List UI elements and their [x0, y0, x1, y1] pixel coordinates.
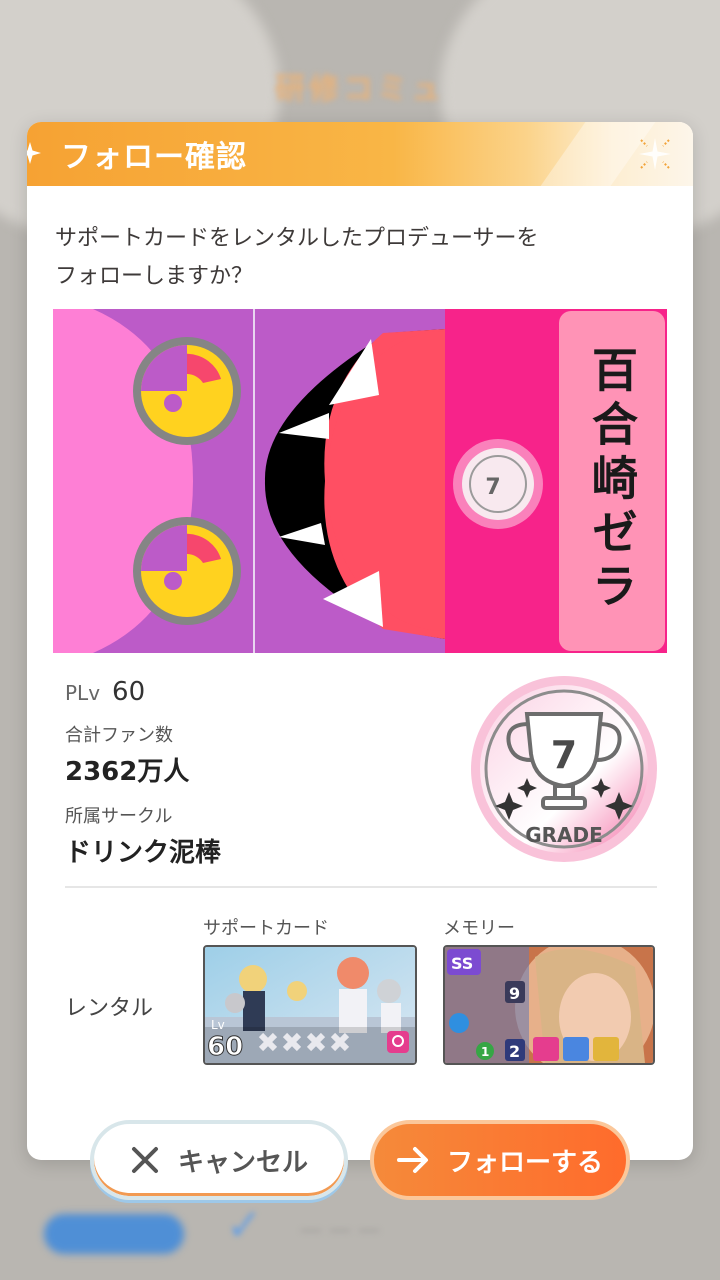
- memory-art: SS 9 1 2: [445, 947, 653, 1063]
- circle-label: 所属サークル: [65, 806, 173, 827]
- plv-value: 60: [112, 677, 146, 707]
- grade-number: 7: [551, 733, 577, 777]
- rental-label: レンタル: [65, 996, 154, 1021]
- background-text: — — —: [300, 1218, 380, 1243]
- fans-value: 2362万人: [65, 757, 190, 787]
- producer-nameplate: 百合崎ゼラ: [559, 311, 665, 651]
- follow-button[interactable]: フォローする: [370, 1120, 630, 1200]
- support-card-label: サポートカード: [203, 918, 329, 939]
- memory-stat-2: 2: [509, 1042, 520, 1061]
- producer-name: 百合崎ゼラ: [585, 346, 639, 616]
- sparkles-icon: [639, 138, 671, 170]
- support-card-thumbnail[interactable]: Lv 60: [203, 945, 417, 1065]
- dialog-header: フォロー確認: [27, 122, 693, 186]
- profile-banner: 7 百合崎ゼラ: [53, 309, 667, 653]
- support-card-level: 60: [207, 1032, 243, 1062]
- memory-label: メモリー: [443, 918, 515, 939]
- svg-text:7: 7: [485, 475, 500, 500]
- memory-rank: SS: [451, 954, 473, 973]
- background-title: 研修コミュ: [275, 72, 445, 107]
- confirm-message-line: サポートカードをレンタルしたプロデューサーを: [55, 226, 539, 251]
- plv-row: PLv 60: [65, 677, 445, 707]
- close-icon: [131, 1147, 158, 1173]
- svg-text:Lv: Lv: [211, 1018, 225, 1032]
- cancel-button[interactable]: キャンセル: [90, 1120, 348, 1200]
- plv-label: PLv: [65, 681, 101, 705]
- background-pill: [44, 1214, 184, 1254]
- arrow-right-icon: [396, 1147, 428, 1173]
- confirm-message-line: フォローしますか？: [55, 264, 254, 289]
- memory-thumbnail[interactable]: SS 9 1 2: [443, 945, 655, 1065]
- confirm-message: サポートカードをレンタルしたプロデューサーを フォローしますか？: [55, 220, 655, 296]
- circle-value: ドリンク泥棒: [65, 838, 222, 868]
- sparkle-icon: [27, 142, 41, 164]
- divider: [65, 886, 657, 888]
- grade-emblem-small: 7: [453, 439, 543, 529]
- memory-badge: 9: [509, 984, 520, 1003]
- producer-stats: PLv 60 合計ファン数 2362万人 所属サークル ドリンク泥棒: [65, 677, 445, 869]
- follow-button-label: フォローする: [446, 1147, 603, 1178]
- background-check-icon: ✓: [226, 1200, 263, 1251]
- grade-badge: 7 GRADE: [471, 676, 657, 862]
- cancel-button-label: キャンセル: [177, 1147, 308, 1178]
- grade-label: GRADE: [525, 823, 603, 847]
- memory-stat-1: 1: [481, 1045, 489, 1059]
- eye-icon: [133, 517, 241, 625]
- fans-label: 合計ファン数: [65, 725, 173, 746]
- eye-icon: [133, 337, 241, 445]
- follow-confirm-dialog: フォロー確認 サポートカードをレンタルしたプロデューサーを フォローしますか？: [27, 122, 693, 1160]
- dialog-title: フォロー確認: [61, 140, 247, 175]
- support-card-art: Lv 60: [205, 947, 415, 1063]
